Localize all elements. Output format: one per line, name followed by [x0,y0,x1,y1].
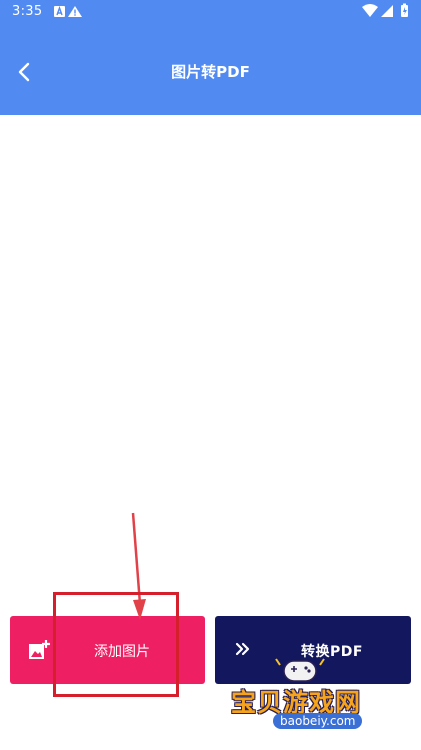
app-header: 3:35 图片转PDF [0,0,421,115]
watermark-url: baobeiy.com [273,713,363,729]
watermark: 宝贝游戏网 baobeiy.com [226,655,416,745]
gamepad-icon [275,658,325,682]
signal-icon [381,5,393,17]
status-right-icons [361,3,411,23]
page-title: 图片转PDF [171,63,250,81]
status-bar: 3:35 [0,0,421,24]
warning-icon [68,6,82,17]
add-image-label: 添加图片 [94,644,150,660]
wifi-icon [362,4,378,17]
a-icon [54,5,65,17]
status-left-icons [54,5,88,23]
battery-icon [401,3,408,17]
add-image-button[interactable]: 添加图片 [10,616,205,684]
status-time: 3:35 [12,4,43,19]
add-photo-icon [28,639,50,665]
image-list-area [0,115,421,610]
